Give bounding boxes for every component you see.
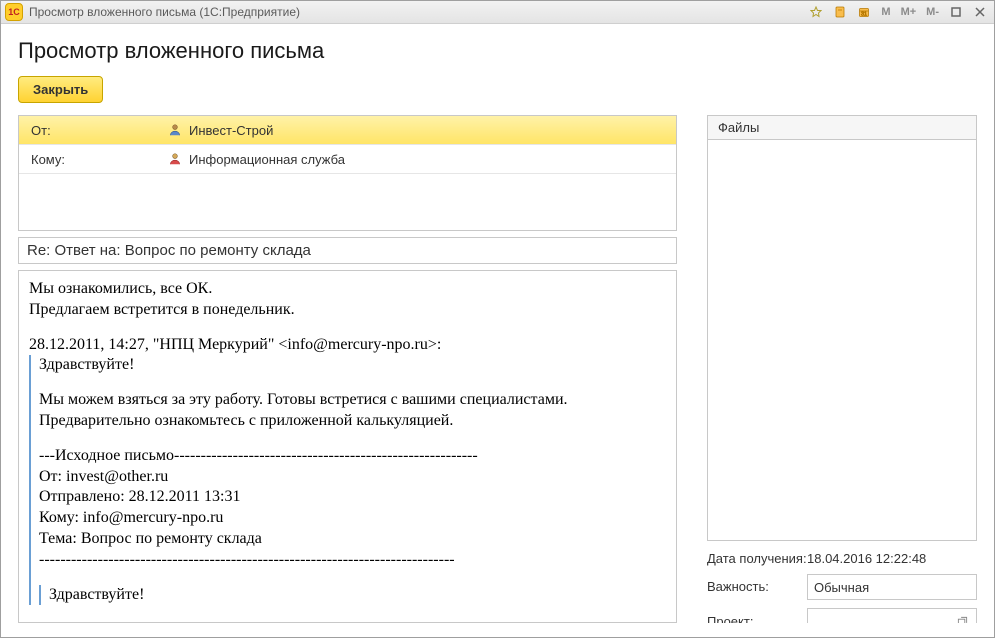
- to-label: Кому:: [19, 152, 161, 167]
- files-list[interactable]: [707, 140, 977, 541]
- close-icon[interactable]: [970, 3, 990, 21]
- importance-field[interactable]: Обычная: [807, 574, 977, 600]
- maximize-icon[interactable]: [946, 3, 966, 21]
- body-line: 28.12.2011, 14:27, "НПЦ Меркурий" <info@…: [29, 335, 666, 356]
- body-line: От: invest@other.ru: [39, 467, 666, 488]
- body-line: ---Исходное письмо----------------------…: [39, 446, 666, 467]
- headers-box: От: Инвест-Строй Кому: Информационная сл…: [18, 115, 677, 231]
- memory-mplus-button[interactable]: M+: [898, 3, 920, 21]
- body-line: Предварительно ознакомьтесь с приложенно…: [39, 411, 666, 432]
- subject-field: Re: Ответ на: Вопрос по ремонту склада: [18, 237, 677, 264]
- project-field[interactable]: [807, 608, 977, 623]
- window-title: Просмотр вложенного письма (1С:Предприят…: [29, 5, 300, 19]
- person-icon: [168, 123, 182, 137]
- close-button[interactable]: Закрыть: [18, 76, 103, 103]
- svg-text:31: 31: [861, 12, 867, 18]
- body-line: Здравствуйте!: [49, 585, 666, 606]
- header-row-from[interactable]: От: Инвест-Строй: [19, 116, 676, 145]
- body-line: ----------------------------------------…: [39, 550, 666, 571]
- body-line: Здравствуйте!: [39, 355, 666, 376]
- body-line: Мы можем взяться за эту работу. Готовы в…: [39, 390, 666, 411]
- app-icon-1c: 1C: [5, 3, 23, 21]
- project-label: Проект:: [707, 614, 807, 624]
- open-icon[interactable]: [954, 613, 970, 623]
- from-value: Инвест-Строй: [189, 123, 676, 138]
- titlebar: 1C Просмотр вложенного письма (1С:Предпр…: [1, 1, 994, 24]
- received-label: Дата получения:: [707, 551, 807, 566]
- calendar-icon[interactable]: 31: [854, 3, 874, 21]
- body-line: Отправлено: 28.12.2011 13:31: [39, 487, 666, 508]
- memory-m-button[interactable]: M: [878, 3, 893, 21]
- header-row-to[interactable]: Кому: Информационная служба: [19, 145, 676, 174]
- body-line: Предлагаем встретится в понедельник.: [29, 300, 666, 321]
- to-value: Информационная служба: [189, 152, 676, 167]
- files-header: Файлы: [707, 115, 977, 140]
- importance-label: Важность:: [707, 579, 807, 595]
- calculator-icon[interactable]: [830, 3, 850, 21]
- meta-received: Дата получения: 18.04.2016 12:22:48: [707, 551, 977, 566]
- body-scroll[interactable]: Мы ознакомились, все ОК. Предлагаем встр…: [19, 271, 676, 622]
- body-box: Мы ознакомились, все ОК. Предлагаем встр…: [18, 270, 677, 623]
- favorite-icon[interactable]: [806, 3, 826, 21]
- body-line: Кому: info@mercury-npo.ru: [39, 508, 666, 529]
- person-icon: [168, 152, 182, 166]
- page-title: Просмотр вложенного письма: [18, 38, 977, 64]
- app-window: 1C Просмотр вложенного письма (1С:Предпр…: [0, 0, 995, 638]
- importance-value: Обычная: [814, 580, 869, 595]
- memory-mminus-button[interactable]: M-: [923, 3, 942, 21]
- received-value: 18.04.2016 12:22:48: [807, 551, 977, 566]
- body-line: Тема: Вопрос по ремонту склада: [39, 529, 666, 550]
- body-line: Мы ознакомились, все ОК.: [29, 279, 666, 300]
- from-label: От:: [19, 123, 161, 138]
